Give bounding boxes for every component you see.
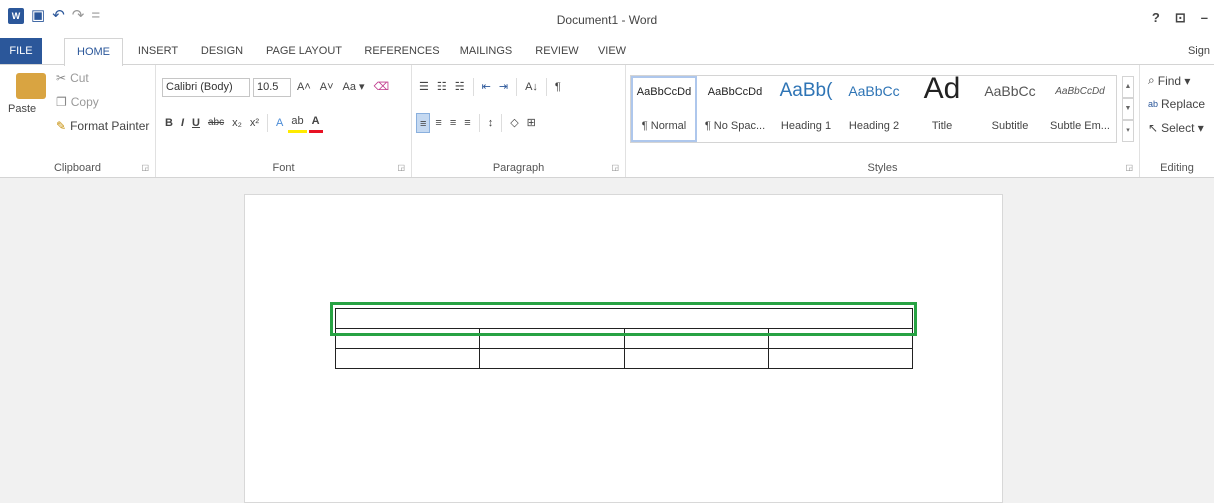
clear-formatting-icon[interactable]: ⌫ [371,77,393,97]
style-normal[interactable]: AaBbCcDd ¶ Normal [631,76,697,142]
style-subtle-emphasis[interactable]: AaBbCcDd Subtle Em... [1045,76,1115,142]
find-button[interactable]: ⌕ Find ▾ [1148,73,1190,88]
numbering-icon[interactable]: ☷ [434,77,450,97]
grow-font-icon[interactable]: A˄ [294,77,314,97]
highlight-color-icon[interactable]: ab [288,113,307,133]
tab-home[interactable]: HOME [64,38,123,66]
cursor-icon: ↖ [1148,121,1159,135]
tab-review[interactable]: REVIEW [534,38,580,65]
strikethrough-button[interactable]: abc [205,113,227,133]
align-center-icon[interactable]: ≡ [432,113,444,133]
editing-group: ⌕ Find ▾ ab Replace ↖ Select ▾ Editing [1140,65,1214,177]
table-cell[interactable] [479,348,625,369]
line-spacing-icon[interactable]: ↕ [485,113,497,133]
copy-button[interactable]: ❐ Copy [56,95,99,109]
change-case-button[interactable]: Aa ▾ [340,77,368,97]
table-row [334,348,914,369]
editing-label: Editing [1160,162,1194,174]
justify-icon[interactable]: ≡ [461,113,473,133]
font-label: Font [272,162,295,174]
font-group: Calibri (Body) 10.5 A˄ A˅ Aa ▾ ⌫ B I U a… [156,65,412,177]
sign-in-link[interactable]: Sign [1188,38,1210,65]
cut-button[interactable]: ✂ Cut [56,71,89,85]
align-right-icon[interactable]: ≡ [447,113,459,133]
sort-icon[interactable]: A↓ [522,77,541,97]
minimize-icon[interactable]: – [1201,10,1208,26]
styles-group: AaBbCcDd ¶ Normal AaBbCcDd ¶ No Spac... … [626,65,1140,177]
tab-page-layout[interactable]: PAGE LAYOUT [262,38,346,65]
table-cell[interactable] [623,348,769,369]
ribbon-display-icon[interactable]: ⊡ [1175,10,1186,26]
gallery-up-icon[interactable]: ▲ [1122,76,1134,98]
style-no-spacing[interactable]: AaBbCcDd ¶ No Spac... [699,76,771,142]
font-launcher-icon[interactable]: ◲ [397,163,405,172]
tab-mailings[interactable]: MAILINGS [456,38,516,65]
clipboard-group: Paste ✂ Cut ❐ Copy ✎ Format Painter Clip… [0,65,156,177]
document-page[interactable] [244,194,1003,503]
tab-insert[interactable]: INSERT [136,38,180,65]
tab-design[interactable]: DESIGN [198,38,246,65]
replace-icon: ab [1148,99,1159,109]
multilevel-list-icon[interactable]: ☵ [452,77,468,97]
title-bar: W ▣ ↶ ↷ = Document1 - Word ? ⊡ – [0,0,1214,38]
scissors-icon: ✂ [56,71,67,85]
font-name-select[interactable]: Calibri (Body) [162,77,250,97]
format-painter-button[interactable]: ✎ Format Painter [56,119,149,133]
paintbrush-icon: ✎ [56,119,67,133]
underline-button[interactable]: U [189,113,203,133]
paragraph-label: Paragraph [492,162,545,174]
help-icon[interactable]: ? [1152,10,1160,26]
clipboard-label: Clipboard [53,162,102,174]
style-title[interactable]: Ad Title [909,72,975,142]
decrease-indent-icon[interactable]: ⇤ [479,77,494,97]
binoculars-icon: ⌕ [1148,73,1155,87]
ribbon-tabs: FILE HOME INSERT DESIGN PAGE LAYOUT REFE… [0,38,1214,66]
font-size-select[interactable]: 10.5 [253,77,291,97]
bullets-icon[interactable]: ☰ [416,77,432,97]
styles-gallery: AaBbCcDd ¶ Normal AaBbCcDd ¶ No Spac... … [630,72,1134,143]
window-title: Document1 - Word [556,13,658,27]
borders-icon[interactable]: ⊞ [524,113,539,133]
gallery-down-icon[interactable]: ▼ [1122,98,1134,120]
style-heading-2[interactable]: AaBbCc Heading 2 [841,76,907,142]
tab-file[interactable]: FILE [0,38,42,65]
table-cell[interactable] [334,348,481,369]
clipboard-launcher-icon[interactable]: ◲ [141,163,149,172]
copy-icon: ❐ [56,95,67,109]
paragraph-group: ☰ ☷ ☵ ⇤ ⇥ A↓ ¶ ≡ ≡ ≡ ≡ ↕ ◇ ⊞ Paragraph ◲ [412,65,626,177]
style-subtitle[interactable]: AaBbCc Subtitle [977,76,1043,142]
select-button[interactable]: ↖ Select ▾ [1148,121,1204,135]
window-controls: ? ⊡ – [1152,10,1208,26]
shrink-font-icon[interactable]: A˅ [317,77,337,97]
document-workspace [0,178,1214,503]
paste-icon[interactable] [16,73,46,99]
ribbon: Paste ✂ Cut ❐ Copy ✎ Format Painter Clip… [0,64,1214,178]
increase-indent-icon[interactable]: ⇥ [496,77,511,97]
bold-button[interactable]: B [162,113,176,133]
replace-button[interactable]: ab Replace [1148,97,1205,111]
gallery-more-icon[interactable]: ▾ [1122,120,1134,142]
italic-button[interactable]: I [178,113,187,133]
table-cell[interactable] [767,348,914,369]
show-marks-icon[interactable]: ¶ [552,77,564,97]
font-color-icon[interactable]: A [308,113,323,133]
styles-label: Styles [867,162,898,174]
tab-references[interactable]: REFERENCES [364,38,440,65]
tab-view[interactable]: VIEW [596,38,628,65]
paragraph-launcher-icon[interactable]: ◲ [611,163,619,172]
align-left-icon[interactable]: ≡ [416,113,431,133]
paste-button[interactable]: Paste [8,103,36,115]
superscript-button[interactable]: x² [247,113,262,133]
shading-icon[interactable]: ◇ [507,113,521,133]
highlight-box [330,302,917,336]
text-effects-icon[interactable]: A [273,113,286,133]
style-heading-1[interactable]: AaBb( Heading 1 [773,76,839,142]
subscript-button[interactable]: x₂ [229,113,245,133]
styles-launcher-icon[interactable]: ◲ [1125,163,1133,172]
